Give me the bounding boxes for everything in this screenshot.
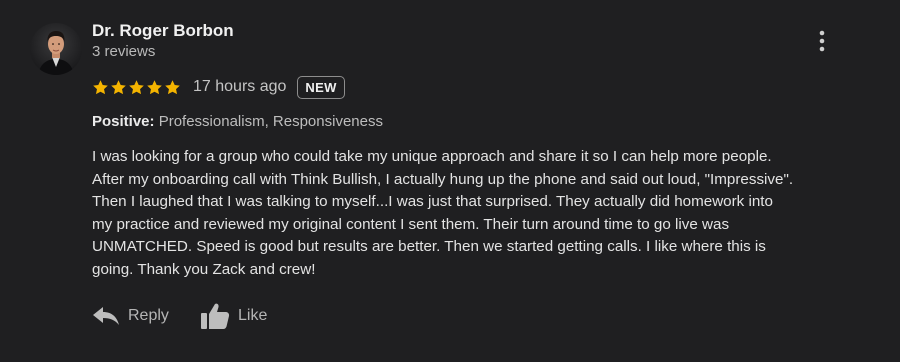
review-card: Dr. Roger Borbon 3 reviews 17 hours ago … — [0, 0, 900, 362]
more-vertical-icon[interactable] — [810, 28, 834, 54]
positive-items: Professionalism, Responsiveness — [158, 113, 383, 130]
positive-label: Positive: — [92, 113, 155, 130]
review-count[interactable]: 3 reviews — [92, 43, 155, 60]
user-avatar-photo — [30, 23, 82, 75]
star-rating — [92, 79, 181, 96]
review-text: I was looking for a group who could take… — [92, 148, 794, 278]
star-icon — [111, 79, 126, 94]
star-icon — [93, 79, 108, 94]
like-label: Like — [238, 307, 268, 324]
rating-row: 17 hours ago NEW — [92, 73, 345, 101]
avatar[interactable] — [30, 23, 82, 75]
new-badge: NEW — [297, 75, 345, 99]
review-timestamp: 17 hours ago — [193, 78, 287, 95]
reply-label: Reply — [128, 307, 169, 324]
star-icon — [165, 79, 180, 94]
star-icon — [129, 79, 144, 94]
positive-attributes: Positive: Professionalism, Responsivenes… — [92, 113, 383, 130]
star-icon — [147, 79, 162, 94]
reply-button[interactable]: Reply — [92, 300, 169, 332]
author-name[interactable]: Dr. Roger Borbon — [92, 21, 234, 41]
reply-arrow-icon — [93, 307, 119, 325]
thumbs-up-icon — [201, 303, 230, 329]
like-button[interactable]: Like — [200, 300, 267, 332]
